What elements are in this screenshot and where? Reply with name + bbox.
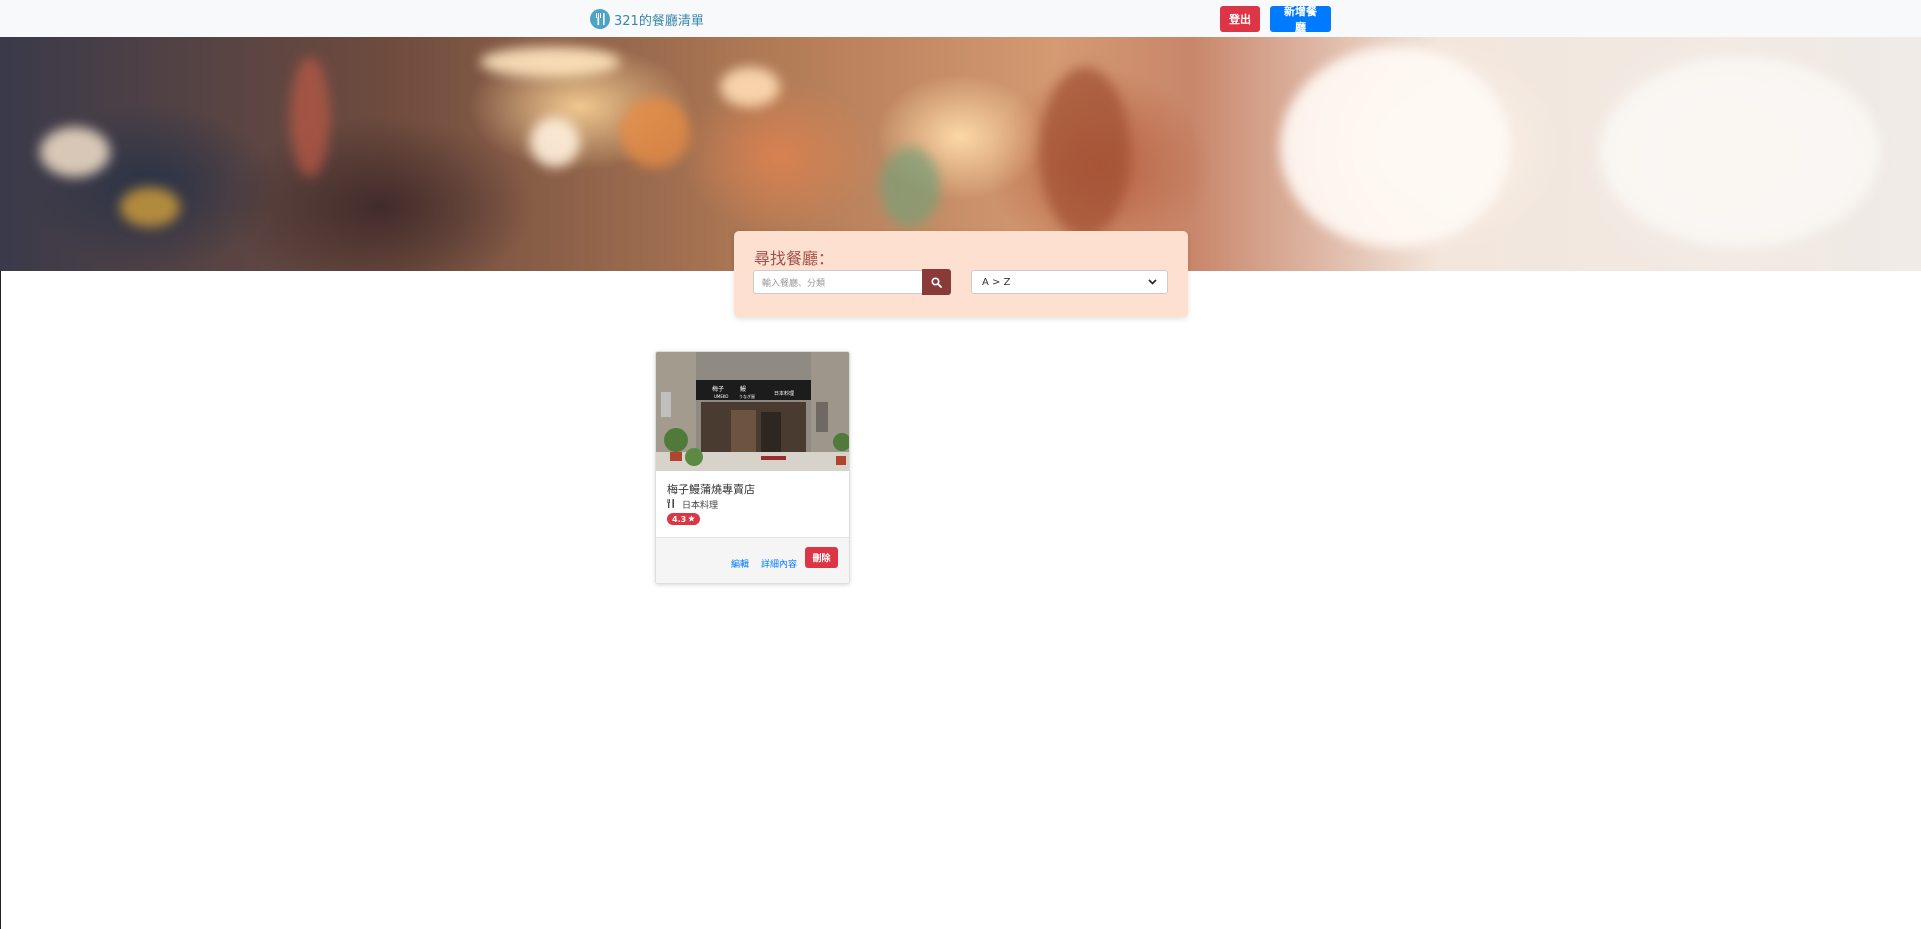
sort-selected-value: A > Z xyxy=(982,276,1011,288)
category-label: 日本料理 xyxy=(682,501,719,511)
search-button[interactable] xyxy=(922,269,951,295)
search-icon xyxy=(931,273,942,292)
utensils-icon xyxy=(667,498,676,511)
brand-title: 321的餐廳清單 xyxy=(614,13,704,29)
sign-text-5: 日本料理 xyxy=(774,390,794,397)
rating-value: 4.3 xyxy=(672,514,687,524)
logout-button[interactable]: 登出 xyxy=(1220,6,1260,32)
sign-text-3: UMEKO xyxy=(714,394,728,399)
edit-link[interactable]: 編輯 xyxy=(731,557,749,570)
search-input[interactable]: 輸入餐廳、分類 xyxy=(753,270,922,294)
add-restaurant-button[interactable]: 新增餐廳 xyxy=(1270,5,1331,34)
navbar: 321的餐廳清單 登出 新增餐廳 xyxy=(0,0,1921,37)
star-icon xyxy=(688,514,695,524)
chevron-down-icon xyxy=(1148,277,1157,288)
sign-text-1: 梅子 xyxy=(712,385,724,393)
detail-link[interactable]: 詳細內容 xyxy=(761,557,797,570)
sign-text-4: うなぎ屋 xyxy=(739,393,755,399)
restaurant-name[interactable]: 梅子鰻蒲燒專賣店 xyxy=(667,481,755,497)
restaurant-card: 梅子 UMEKO 鰻 うなぎ屋 日本料理 梅子鰻蒲燒專賣店 日本料理 4.3 編… xyxy=(655,351,850,584)
search-panel: 尋找餐廳： 輸入餐廳、分類 A > Z xyxy=(734,231,1188,317)
sign-text-2: 鰻 xyxy=(740,385,746,393)
brand-link[interactable]: 321的餐廳清單 xyxy=(590,9,704,29)
restaurant-card-footer: 編輯 詳細內容 刪除 xyxy=(656,537,849,583)
restaurant-card-body: 梅子鰻蒲燒專賣店 日本料理 4.3 xyxy=(656,471,849,537)
search-title: 尋找餐廳： xyxy=(754,249,835,268)
delete-button[interactable]: 刪除 xyxy=(805,547,838,568)
sort-select[interactable]: A > Z xyxy=(971,270,1168,294)
restaurant-category: 日本料理 xyxy=(667,498,718,511)
restaurant-photo[interactable]: 梅子 UMEKO 鰻 うなぎ屋 日本料理 xyxy=(656,352,849,471)
rating-badge: 4.3 xyxy=(667,513,701,525)
utensils-icon xyxy=(590,9,610,29)
